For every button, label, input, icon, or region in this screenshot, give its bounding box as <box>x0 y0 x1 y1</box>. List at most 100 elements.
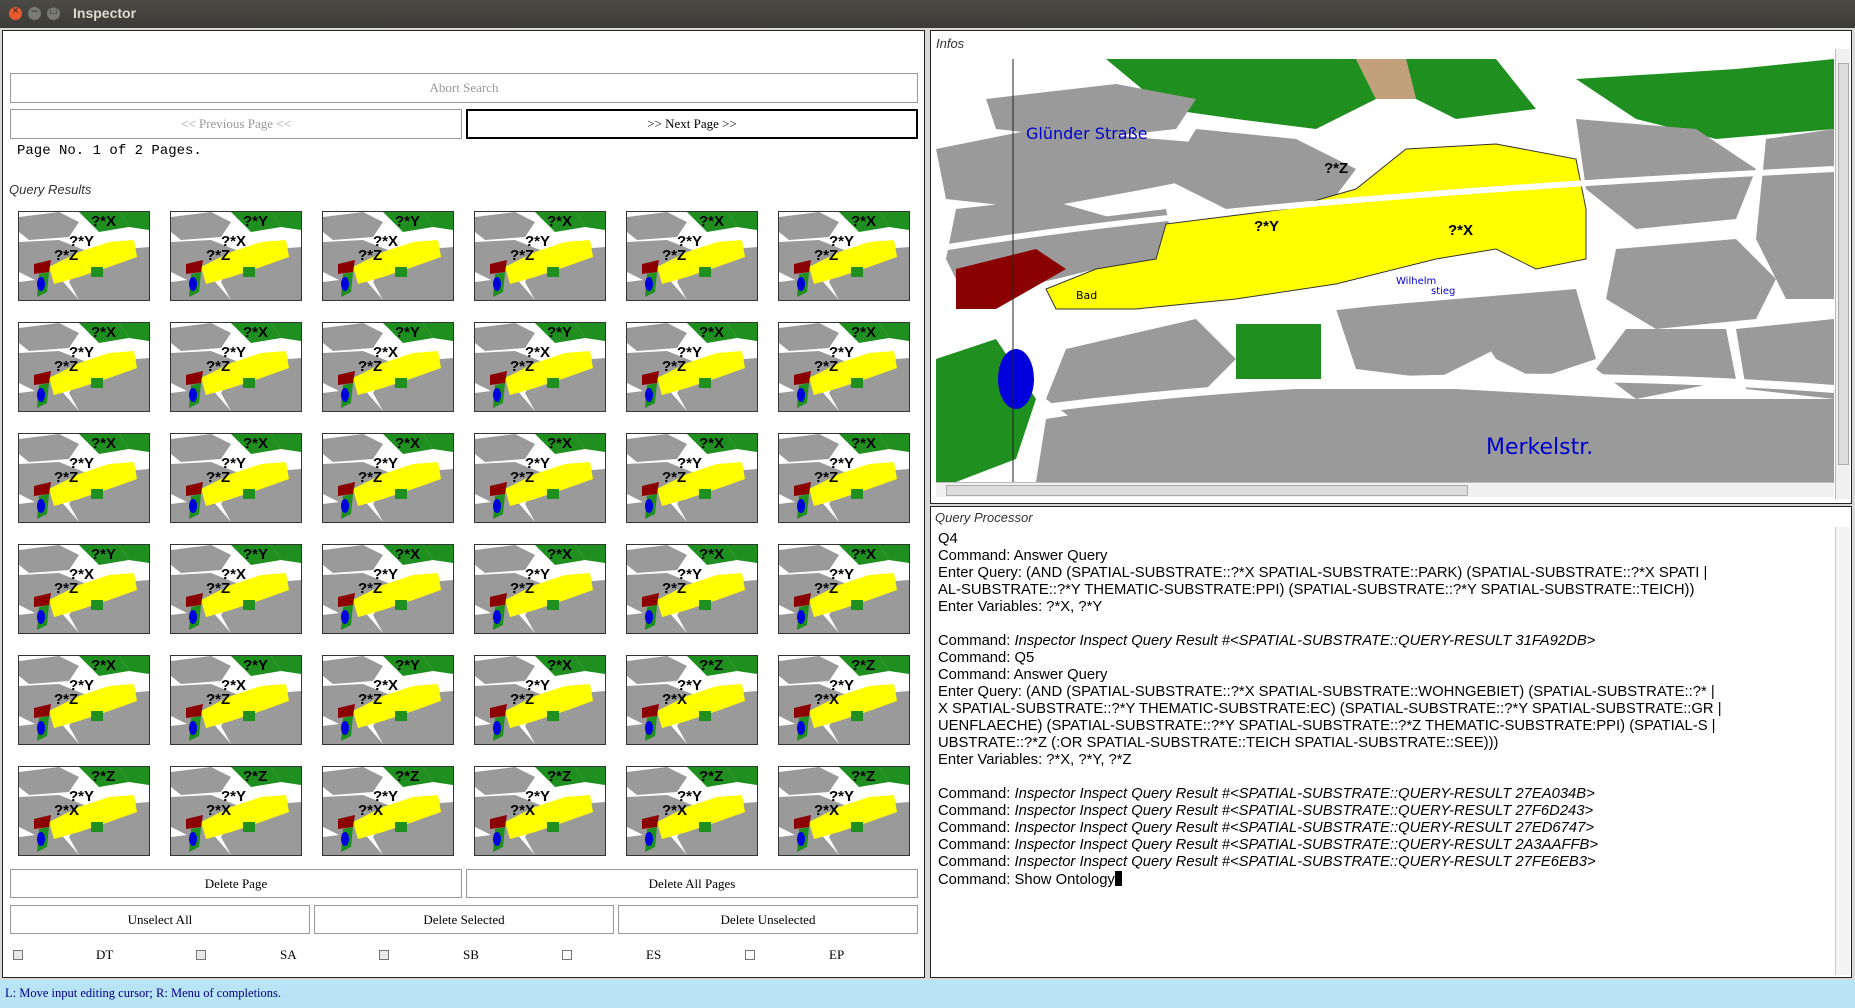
query-processor-label: Query Processor <box>935 510 1033 525</box>
result-thumbnail[interactable]: ?*Z ?*Y ?*X <box>322 766 454 856</box>
thumbnail-marker: ?*Z <box>547 768 571 785</box>
title-bar: × – □ Inspector <box>0 0 1855 28</box>
result-thumbnail[interactable]: ?*X ?*Y ?*Z <box>18 211 150 301</box>
thumbnail-marker: ?*X <box>851 213 876 230</box>
thumbnail-marker: ?*Z <box>699 768 723 785</box>
console-prefix: Command: <box>938 854 1015 870</box>
console-text: Enter Variables: ?*X, ?*Y, ?*Z <box>938 752 1132 768</box>
thumbnail-marker: ?*Z <box>662 247 686 264</box>
delete-all-pages-button[interactable]: Delete All Pages <box>466 869 918 898</box>
status-text: L: Move input editing cursor; R: Menu of… <box>5 986 282 1000</box>
delete-unselected-button[interactable]: Delete Unselected <box>618 905 918 934</box>
result-thumbnail[interactable]: ?*Z ?*Y ?*X <box>626 655 758 745</box>
console-prefix: Command: <box>938 820 1015 836</box>
result-thumbnail[interactable]: ?*X ?*Y ?*Z <box>18 655 150 745</box>
result-thumbnail[interactable]: ?*Y ?*X ?*Z <box>170 655 302 745</box>
result-thumbnail[interactable]: ?*X ?*Y ?*Z <box>322 544 454 634</box>
thumbnail-marker: ?*Y <box>395 324 420 341</box>
es-checkbox[interactable] <box>562 950 572 960</box>
result-thumbnail[interactable]: ?*Z ?*Y ?*X <box>626 766 758 856</box>
result-thumbnail[interactable]: ?*X ?*Y ?*Z <box>626 322 758 412</box>
result-thumbnail[interactable]: ?*X ?*Y ?*Z <box>474 433 606 523</box>
console-command[interactable]: Inspector Inspect Query Result #<SPATIAL… <box>1014 820 1594 836</box>
thumbnail-map: ?*Z?*Y?*X <box>171 767 301 855</box>
result-thumbnail[interactable]: ?*Z ?*Y ?*X <box>170 766 302 856</box>
result-thumbnail[interactable]: ?*X ?*Y ?*Z <box>322 433 454 523</box>
infos-panel: Infos Glünder Straße Merkelstr. Bad Wilh… <box>930 30 1852 504</box>
delete-selected-button[interactable]: Delete Selected <box>314 905 614 934</box>
result-thumbnail[interactable]: ?*Z ?*Y ?*X <box>18 766 150 856</box>
maximize-icon[interactable]: □ <box>47 5 60 20</box>
thumbnail-marker: ?*X <box>662 691 687 708</box>
sb-checkbox[interactable] <box>379 950 389 960</box>
result-thumbnail[interactable]: ?*X ?*Y ?*Z <box>18 433 150 523</box>
result-thumbnail[interactable]: ?*X ?*Y ?*Z <box>626 433 758 523</box>
result-thumbnail[interactable]: ?*Y ?*X ?*Z <box>322 655 454 745</box>
ep-checkbox[interactable] <box>745 950 755 960</box>
result-thumbnail[interactable]: ?*Z ?*Y ?*X <box>474 766 606 856</box>
result-thumbnail[interactable]: ?*X ?*Y ?*Z <box>170 322 302 412</box>
unselect-all-button[interactable]: Unselect All <box>10 905 310 934</box>
thumbnail-marker: ?*Z <box>243 768 267 785</box>
console-text: Q4 <box>938 531 958 547</box>
thumbnail-map: ?*Z?*Y?*X <box>779 767 909 855</box>
previous-page-button[interactable]: << Previous Page << <box>10 109 462 139</box>
result-thumbnail[interactable]: ?*X ?*Y ?*Z <box>778 211 910 301</box>
result-thumbnail[interactable]: ?*X ?*Y ?*Z <box>18 322 150 412</box>
result-thumbnail[interactable]: ?*X ?*Y ?*Z <box>474 655 606 745</box>
thumbnail-marker: ?*Z <box>206 358 230 375</box>
result-thumbnail[interactable]: ?*X ?*Y ?*Z <box>474 544 606 634</box>
thumbnail-map: ?*Y?*X?*Z <box>171 545 301 633</box>
thumbnail-map: ?*Z?*Y?*X <box>475 767 605 855</box>
result-thumbnail[interactable]: ?*Y ?*X ?*Z <box>18 544 150 634</box>
result-thumbnail[interactable]: ?*X ?*Y ?*Z <box>626 544 758 634</box>
sa-checkbox[interactable] <box>196 950 206 960</box>
thumbnail-marker: ?*Z <box>54 247 78 264</box>
thumbnail-map: ?*X?*Y?*Z <box>779 434 909 522</box>
console-command[interactable]: Inspector Inspect Query Result #<SPATIAL… <box>1014 803 1593 819</box>
next-page-button[interactable]: >> Next Page >> <box>466 109 918 139</box>
thumbnail-marker: ?*Z <box>395 768 419 785</box>
console-command[interactable]: Inspector Inspect Query Result #<SPATIAL… <box>1014 854 1595 870</box>
map-horizontal-scrollbar[interactable] <box>936 482 1834 497</box>
result-thumbnail[interactable]: ?*Z ?*Y ?*X <box>778 766 910 856</box>
thumbnail-marker: ?*Z <box>851 657 875 674</box>
result-thumbnail[interactable]: ?*Z ?*Y ?*X <box>778 655 910 745</box>
console-command[interactable]: Inspector Inspect Query Result #<SPATIAL… <box>1014 633 1595 649</box>
thumbnail-marker: ?*Y <box>243 657 268 674</box>
thumbnail-marker: ?*X <box>547 657 572 674</box>
result-thumbnail[interactable]: ?*X ?*Y ?*Z <box>778 433 910 523</box>
result-thumbnail[interactable]: ?*Y ?*X ?*Z <box>170 544 302 634</box>
scroll-thumb[interactable] <box>1838 63 1849 465</box>
console-command[interactable]: Inspector Inspect Query Result #<SPATIAL… <box>1014 837 1598 853</box>
query-processor-output[interactable]: Q4 Command: Answer Query Enter Query: (AND… <box>938 531 1722 888</box>
result-thumbnail[interactable]: ?*Y ?*X ?*Z <box>474 322 606 412</box>
map-vertical-scrollbar[interactable] <box>1835 49 1850 499</box>
result-thumbnail[interactable]: ?*Y ?*X ?*Z <box>322 211 454 301</box>
delete-page-button[interactable]: Delete Page <box>10 869 462 898</box>
close-icon[interactable]: × <box>9 5 22 20</box>
result-thumbnail[interactable]: ?*X ?*Y ?*Z <box>474 211 606 301</box>
result-thumbnail[interactable]: ?*Y ?*X ?*Z <box>170 211 302 301</box>
thumbnail-map: ?*Y?*X?*Z <box>323 212 453 300</box>
thumbnail-marker: ?*X <box>814 691 839 708</box>
result-thumbnail[interactable]: ?*X ?*Y ?*Z <box>778 322 910 412</box>
map-view[interactable]: Glünder Straße Merkelstr. Bad Wilhelm st… <box>936 59 1834 482</box>
thumbnail-marker: ?*X <box>395 435 420 452</box>
result-thumbnail[interactable]: ?*X ?*Y ?*Z <box>626 211 758 301</box>
minimize-icon[interactable]: – <box>28 5 41 20</box>
thumbnail-marker: ?*Z <box>358 358 382 375</box>
thumbnail-marker: ?*X <box>851 546 876 563</box>
console-command[interactable]: Inspector Inspect Query Result #<SPATIAL… <box>1014 786 1594 802</box>
abort-search-button[interactable]: Abort Search <box>10 73 918 103</box>
result-thumbnail[interactable]: ?*Y ?*X ?*Z <box>322 322 454 412</box>
scroll-thumb[interactable] <box>946 485 1468 496</box>
console-prefix: Command: <box>938 837 1015 853</box>
thumbnail-marker: ?*Z <box>814 358 838 375</box>
dt-checkbox[interactable] <box>13 950 23 960</box>
query-processor-scrollbar[interactable] <box>1835 527 1850 975</box>
result-thumbnail[interactable]: ?*X ?*Y ?*Z <box>170 433 302 523</box>
result-thumbnail[interactable]: ?*X ?*Y ?*Z <box>778 544 910 634</box>
